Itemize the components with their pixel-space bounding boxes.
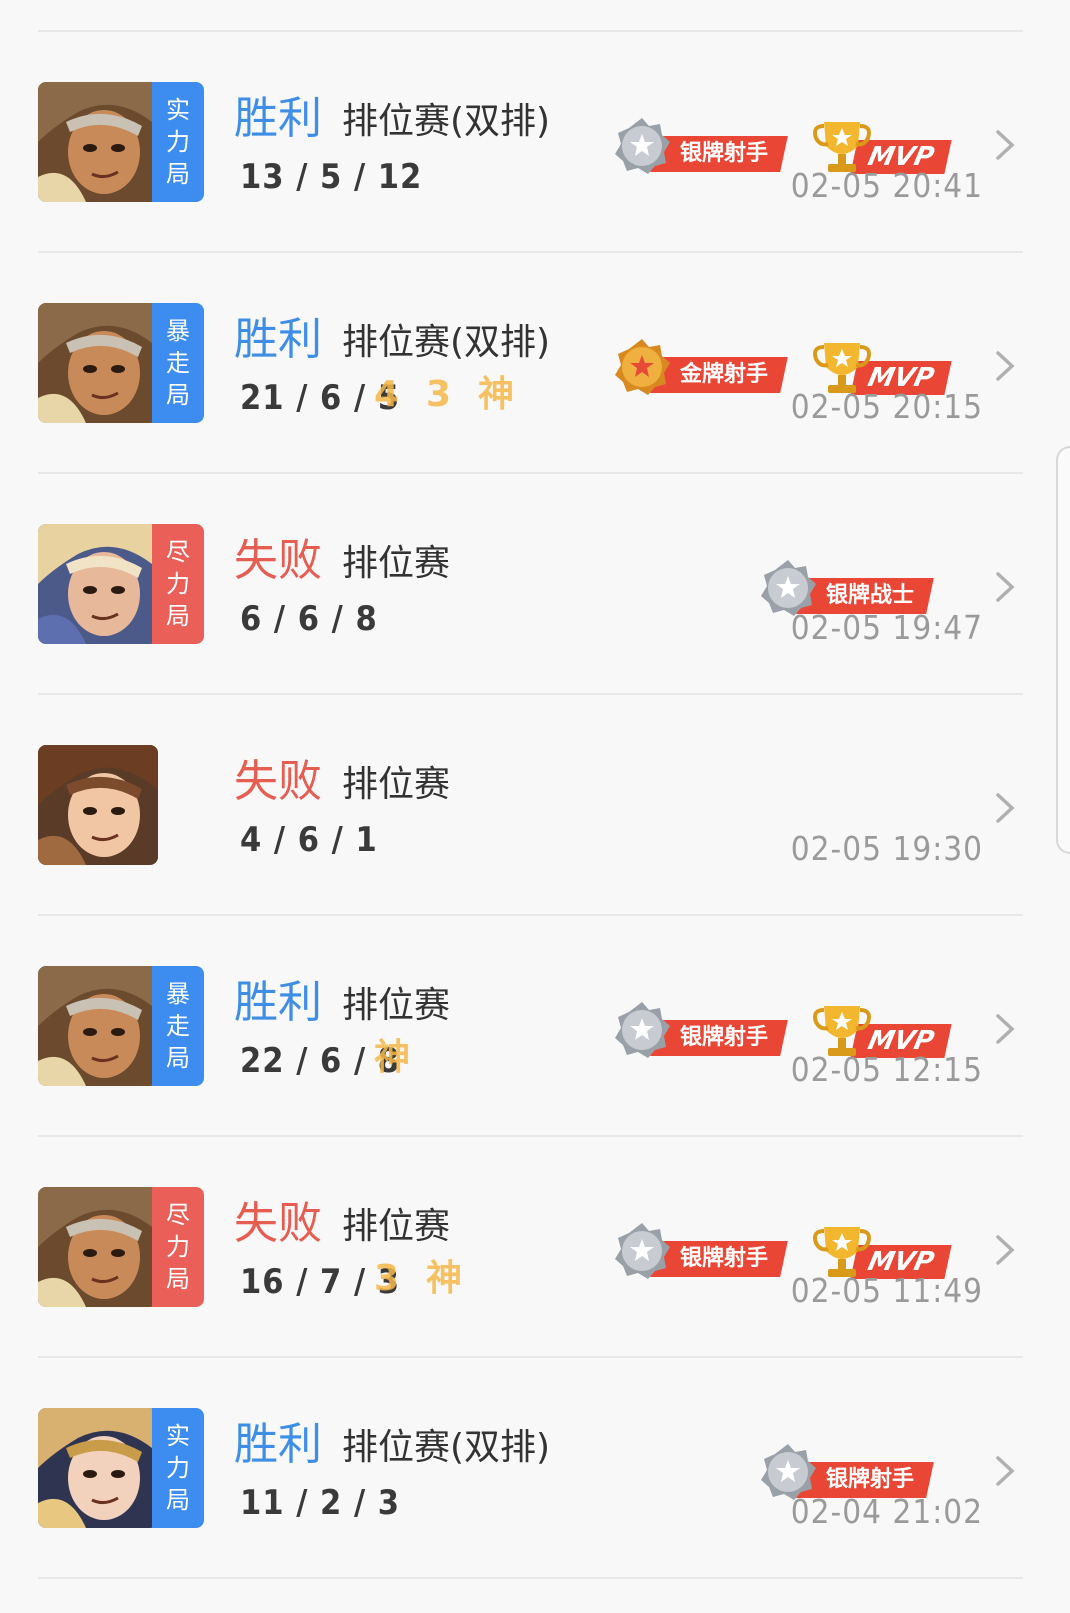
row-divider: [38, 1577, 1023, 1579]
match-quality-tag: 实力局: [152, 82, 204, 202]
match-quality-tag: 暴走局: [152, 966, 204, 1086]
match-quality-tag: 尽力局: [152, 1187, 204, 1307]
match-row[interactable]: 实力局胜利 排位赛(双排) 13 / 5 / 12 银牌射手 MVP 02-05 2…: [0, 30, 1070, 257]
kda-score: 13 / 5 / 12: [240, 157, 423, 197]
match-quality-tag: 暴走局: [152, 303, 204, 423]
match-row[interactable]: 实力局胜利 排位赛(双排) 11 / 2 / 3 银牌射手 02-04 21:02: [0, 1356, 1070, 1583]
match-time: 02-04 21:02: [790, 1492, 983, 1531]
chevron-right-icon[interactable]: [990, 570, 1020, 604]
hero-avatar: [38, 303, 158, 423]
hero-avatar: [38, 966, 158, 1086]
chevron-right-icon[interactable]: [990, 1454, 1020, 1488]
match-result: 胜利: [234, 314, 322, 365]
match-mode: 排位赛: [342, 985, 451, 1026]
match-mode: 排位赛(双排): [342, 1427, 551, 1468]
chevron-right-icon[interactable]: [990, 349, 1020, 383]
match-quality-tag: 尽力局: [152, 524, 204, 644]
hero-avatar: [38, 745, 158, 865]
streak-marker: 4: [374, 374, 400, 415]
streak-marker: 神: [478, 374, 515, 415]
match-mode: 排位赛: [342, 1206, 451, 1247]
streak-marker: 3: [426, 374, 452, 415]
chevron-right-icon[interactable]: [990, 128, 1020, 162]
kda-score: 4 / 6 / 1: [240, 820, 378, 860]
match-time: 02-05 11:49: [790, 1271, 983, 1310]
hero-avatar: [38, 82, 158, 202]
match-result: 胜利: [234, 977, 322, 1028]
scrollbar[interactable]: [1056, 446, 1070, 854]
match-result: 失败: [234, 535, 322, 586]
match-result: 胜利: [234, 93, 322, 144]
match-row[interactable]: 尽力局失败 排位赛 6 / 6 / 8 银牌战士 02-05 19:47: [0, 472, 1070, 699]
match-mode: 排位赛: [342, 543, 451, 584]
match-row[interactable]: 暴走局胜利 排位赛 22 / 6 / 8神 银牌射手 MVP 02-05 12:15: [0, 914, 1070, 1141]
match-mode: 排位赛(双排): [342, 101, 551, 142]
match-time: 02-05 19:30: [790, 829, 983, 868]
medal-icon: [612, 1000, 672, 1060]
match-mode: 排位赛: [342, 764, 451, 805]
medal-icon: [612, 116, 672, 176]
hero-avatar: [38, 1408, 158, 1528]
chevron-right-icon[interactable]: [990, 791, 1020, 825]
hero-avatar: [38, 524, 158, 644]
streak-marker: 神: [374, 1037, 411, 1078]
streak-marker: 神: [426, 1258, 463, 1299]
streak-marker: 3: [374, 1258, 400, 1299]
match-time: 02-05 12:15: [790, 1050, 983, 1089]
match-result: 失败: [234, 756, 322, 807]
chevron-right-icon[interactable]: [990, 1233, 1020, 1267]
match-quality-tag: 实力局: [152, 1408, 204, 1528]
hero-avatar: [38, 1187, 158, 1307]
chevron-right-icon[interactable]: [990, 1012, 1020, 1046]
match-result: 失败: [234, 1198, 322, 1249]
match-row[interactable]: 尽力局失败 排位赛 16 / 7 / 33神 银牌射手 MVP 02-05 11:4…: [0, 1135, 1070, 1362]
match-row[interactable]: 暴走局胜利 排位赛(双排) 21 / 6 / 543神 金牌射手 MVP 02-05…: [0, 251, 1070, 478]
match-mode: 排位赛(双排): [342, 322, 551, 363]
match-row[interactable]: 失败 排位赛 4 / 6 / 1 02-05 19:30: [0, 693, 1070, 920]
medal-icon: [612, 337, 672, 397]
match-time: 02-05 20:15: [790, 387, 983, 426]
match-time: 02-05 19:47: [790, 608, 983, 647]
match-result: 胜利: [234, 1419, 322, 1470]
kda-score: 11 / 2 / 3: [240, 1483, 401, 1523]
medal-icon: [612, 1221, 672, 1281]
match-time: 02-05 20:41: [790, 166, 983, 205]
kda-score: 6 / 6 / 8: [240, 599, 378, 639]
